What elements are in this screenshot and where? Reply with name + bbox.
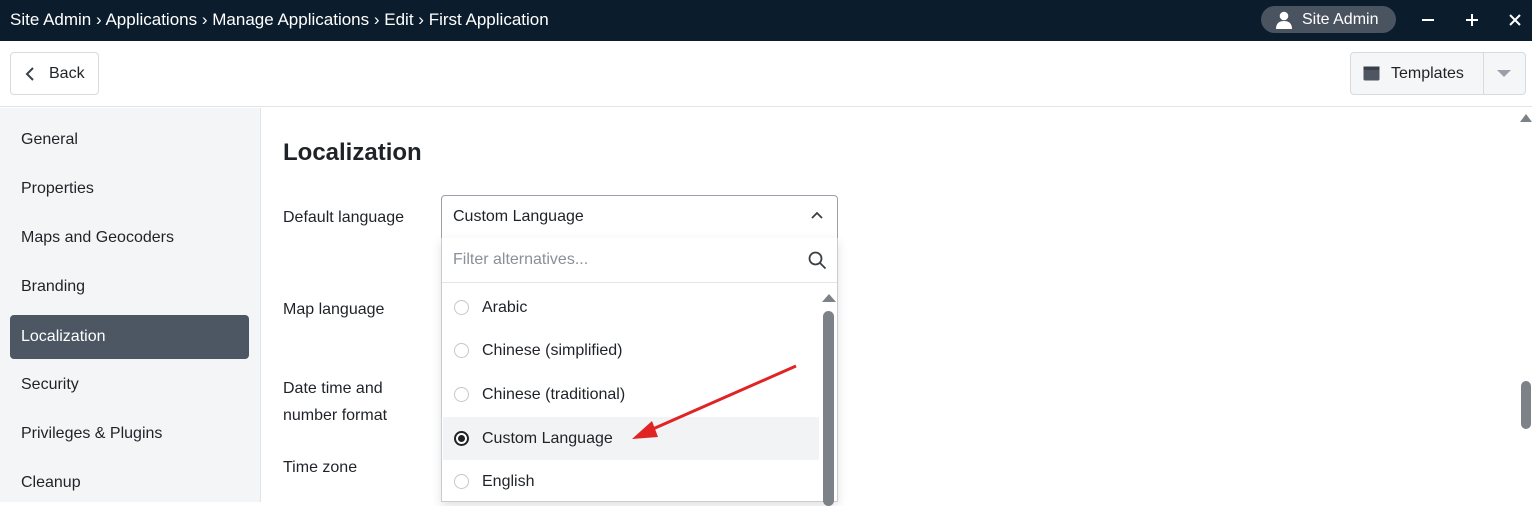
radio-icon <box>454 343 469 358</box>
sidebar-item-properties[interactable]: Properties <box>10 167 249 211</box>
page-title: Localization <box>283 139 422 166</box>
default-language-select[interactable]: Custom Language <box>441 195 838 239</box>
option-english[interactable]: English <box>443 460 819 503</box>
sidebar-item-branding[interactable]: Branding <box>10 265 249 309</box>
option-label: English <box>482 472 535 490</box>
sidebar-item-cleanup[interactable]: Cleanup <box>10 461 249 505</box>
back-button[interactable]: Back <box>10 52 99 95</box>
templates-button[interactable]: Templates <box>1351 53 1483 94</box>
date-time-format-label-line2: number format <box>283 407 388 424</box>
date-time-format-label-line1: Date time and <box>283 380 383 397</box>
default-language-dropdown: Arabic Chinese (simplified) Chinese (tra… <box>441 238 838 506</box>
back-label: Back <box>49 64 85 82</box>
close-window-button[interactable] <box>1495 0 1532 40</box>
page-scroll-up-icon[interactable] <box>1520 113 1532 123</box>
user-icon <box>1276 11 1292 29</box>
default-language-label: Default language <box>283 209 404 226</box>
templates-split-button: Templates <box>1350 52 1526 95</box>
sidebar-item-privileges-plugins[interactable]: Privileges & Plugins <box>10 412 249 456</box>
caret-down-icon <box>1497 69 1512 77</box>
option-label: Chinese (simplified) <box>482 341 623 359</box>
breadcrumb-manage-applications[interactable]: Manage Applications <box>212 10 369 29</box>
toolbar: Back Templates <box>0 41 1532 107</box>
breadcrumb-edit[interactable]: Edit <box>384 10 413 29</box>
radio-selected-icon <box>454 431 469 446</box>
close-icon <box>1509 14 1521 26</box>
sidebar-item-localization[interactable]: Localization <box>10 315 249 359</box>
minimize-button[interactable] <box>1408 0 1448 40</box>
sidebar-item-maps-and-geocoders[interactable]: Maps and Geocoders <box>10 216 249 260</box>
map-language-label: Map language <box>283 301 385 318</box>
add-window-button[interactable] <box>1452 0 1492 40</box>
option-label: Chinese (traditional) <box>482 385 626 403</box>
radio-icon <box>454 474 469 489</box>
dropdown-scrollbar-thumb[interactable] <box>823 311 834 506</box>
time-zone-label: Time zone <box>283 459 358 476</box>
plus-icon <box>1466 14 1478 26</box>
radio-icon <box>454 387 469 402</box>
sidebar-item-security[interactable]: Security <box>10 363 249 407</box>
search-icon <box>808 251 827 270</box>
breadcrumb: Site Admin › Applications › Manage Appli… <box>10 0 549 41</box>
breadcrumb-first-application: First Application <box>428 10 549 29</box>
option-label: Custom Language <box>482 429 613 447</box>
filter-row <box>442 238 837 283</box>
breadcrumb-applications[interactable]: Applications <box>105 10 197 29</box>
default-language-value: Custom Language <box>453 208 584 225</box>
templates-label: Templates <box>1391 64 1464 82</box>
breadcrumb-separator: › <box>418 10 429 29</box>
dropdown-scroll-up-icon[interactable] <box>822 293 836 303</box>
page-scrollbar-thumb[interactable] <box>1521 381 1531 429</box>
option-chinese-simplified[interactable]: Chinese (simplified) <box>443 329 819 372</box>
title-bar: Site Admin › Applications › Manage Appli… <box>0 0 1532 41</box>
minimize-icon <box>1422 19 1434 21</box>
breadcrumb-separator: › <box>201 10 213 29</box>
filter-alternatives-input[interactable] <box>453 247 803 273</box>
user-name: Site Admin <box>1302 10 1379 28</box>
option-custom-language[interactable]: Custom Language <box>443 417 819 460</box>
breadcrumb-separator: › <box>373 10 385 29</box>
option-arabic[interactable]: Arabic <box>443 286 819 329</box>
chevron-left-icon <box>25 66 34 81</box>
template-icon <box>1363 66 1380 81</box>
user-menu-button[interactable]: Site Admin <box>1261 6 1396 33</box>
templates-menu-button[interactable] <box>1482 53 1525 94</box>
radio-icon <box>454 300 469 315</box>
option-label: Arabic <box>482 298 528 316</box>
breadcrumb-site-admin[interactable]: Site Admin <box>10 10 91 29</box>
chevron-up-icon <box>811 211 823 219</box>
option-chinese-traditional[interactable]: Chinese (traditional) <box>443 373 819 416</box>
sidebar-item-general[interactable]: General <box>10 118 249 162</box>
